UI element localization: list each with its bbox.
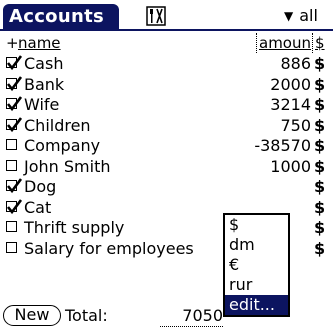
account-currency[interactable]: $ — [314, 239, 325, 259]
currency-option[interactable]: rur — [225, 275, 288, 295]
account-currency[interactable]: $ — [314, 75, 325, 95]
account-name: Company — [24, 136, 101, 155]
checkmark-icon — [6, 198, 22, 214]
checkmark-icon — [6, 116, 22, 132]
account-currency[interactable]: $ — [314, 54, 325, 74]
checkmark-icon — [6, 96, 22, 112]
checkbox-box — [6, 139, 17, 150]
account-amount: 886 — [280, 54, 311, 73]
chevron-down-icon: ▼ — [284, 9, 294, 23]
checkmark-icon — [6, 55, 22, 71]
checkbox-box — [6, 159, 17, 171]
checkmark-icon — [6, 75, 22, 91]
account-amount: 3214 — [270, 95, 311, 114]
checked-checkbox[interactable] — [6, 96, 22, 112]
currency-option[interactable]: edit... — [225, 295, 288, 315]
account-amount: 1000 — [270, 156, 311, 176]
account-currency[interactable]: $ — [314, 218, 325, 238]
checked-checkbox[interactable] — [6, 55, 22, 71]
checked-checkbox[interactable] — [6, 75, 22, 92]
account-name: Children — [24, 115, 91, 135]
name-column-header[interactable]: name — [18, 33, 61, 53]
unchecked-checkbox[interactable] — [6, 241, 20, 256]
total-label: Total: — [65, 306, 108, 325]
account-row[interactable]: Bank 2000 $ — [0, 75, 333, 95]
account-row[interactable]: Cash 886 $ — [0, 54, 333, 74]
account-name: John Smith — [24, 156, 111, 176]
account-currency[interactable]: $ — [314, 116, 325, 136]
account-name: Thrift supply — [24, 218, 125, 237]
currency-option[interactable]: dm — [225, 235, 288, 255]
account-currency[interactable]: $ — [314, 157, 325, 177]
account-name: Wife — [24, 95, 60, 114]
unchecked-checkbox[interactable] — [6, 221, 20, 235]
account-row[interactable]: Company -38570 $ — [0, 136, 333, 156]
checked-checkbox[interactable] — [6, 116, 22, 133]
account-name: Bank — [24, 74, 65, 94]
app-title[interactable]: Accounts — [3, 4, 119, 29]
account-row[interactable]: John Smith 1000 $ — [0, 157, 333, 177]
account-name: Dog — [24, 177, 57, 196]
filter-value: all — [299, 6, 318, 25]
currency-popup: $ dm € rur edit... — [223, 213, 290, 317]
account-name: Cash — [24, 54, 64, 73]
new-button[interactable]: New — [3, 305, 61, 326]
currency-column-header[interactable]: $ — [312, 33, 325, 53]
account-row[interactable]: Children 750 $ — [0, 116, 333, 136]
account-currency[interactable]: $ — [314, 136, 325, 156]
filter-dropdown[interactable]: ▼ all — [284, 6, 333, 26]
checked-checkbox[interactable] — [6, 178, 22, 194]
checkbox-box — [6, 241, 17, 253]
amount-column-header[interactable]: amoun — [256, 33, 311, 53]
account-currency[interactable]: $ — [314, 95, 325, 115]
checkmark-icon — [6, 178, 22, 194]
account-currency[interactable]: $ — [314, 198, 325, 218]
account-name: Salary for employees — [24, 238, 194, 258]
account-amount: -38570 — [254, 136, 311, 155]
account-currency[interactable]: $ — [314, 177, 325, 197]
unchecked-checkbox[interactable] — [6, 139, 20, 153]
total-value: 7050 — [160, 305, 223, 327]
currency-option[interactable]: $ — [225, 215, 288, 235]
account-name: Cat — [24, 197, 52, 217]
unchecked-checkbox[interactable] — [6, 159, 20, 174]
account-row[interactable]: Dog $ — [0, 177, 333, 197]
add-column-header[interactable]: + — [6, 33, 19, 53]
checked-checkbox[interactable] — [6, 198, 22, 215]
account-amount: 2000 — [270, 74, 311, 94]
account-row[interactable]: Wife 3214 $ — [0, 95, 333, 115]
account-amount: 750 — [280, 115, 311, 135]
currency-option[interactable]: € — [225, 255, 288, 275]
title-divider — [0, 29, 333, 31]
tools-icon[interactable] — [146, 6, 166, 26]
checkbox-box — [6, 221, 17, 232]
